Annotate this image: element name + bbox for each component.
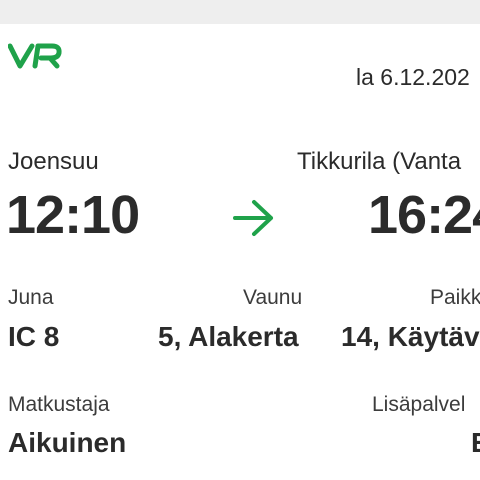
- arrival-time: 16:24: [368, 185, 480, 245]
- departure-time: 12:10: [6, 185, 140, 245]
- seat-value: 14, Käytäv: [341, 321, 480, 352]
- car-label: Vaunu: [243, 286, 303, 309]
- vr-logo-icon: [7, 42, 64, 70]
- departure-station: Joensuu: [8, 148, 99, 175]
- train-value: IC 8: [8, 321, 60, 352]
- car-value: 5, Alakerta: [158, 321, 299, 352]
- passenger-value: Aikuinen: [8, 427, 127, 458]
- passenger-label: Matkustaja: [8, 393, 110, 416]
- extras-label: Lisäpalvel: [372, 393, 466, 416]
- extras-value: E: [471, 427, 480, 459]
- top-status-band: [0, 0, 480, 24]
- train-label: Juna: [8, 286, 54, 309]
- arrow-right-icon: [232, 197, 276, 239]
- arrival-station: Tikkurila (Vanta: [297, 148, 462, 175]
- seat-label: Paikk: [430, 286, 480, 309]
- travel-date: la 6.12.202: [356, 64, 470, 90]
